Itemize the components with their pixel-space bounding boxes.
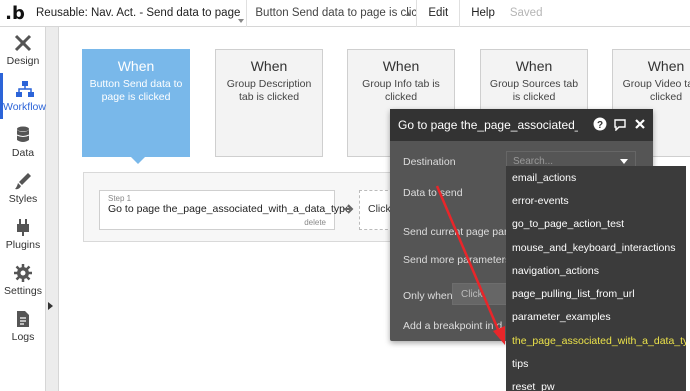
event-when: When [117,58,155,74]
send-more-params-label: Send more parameters [403,254,511,266]
collapse-sidebar-icon[interactable] [48,302,53,310]
sidebar-item-logs[interactable]: Logs [0,303,46,349]
sidebar-item-plugins[interactable]: Plugins [0,211,46,257]
help-icon[interactable]: ? [593,117,607,131]
event-description: Group Sources tab is clicked [489,78,579,103]
step-text: Go to page the_page_associated_with_a_da… [108,203,351,215]
dropdown-option[interactable]: error-events [506,189,686,212]
event-when: When [515,58,553,74]
arrow-right-icon [343,204,354,214]
event-when: When [250,58,288,74]
top-bar: .b Reusable: Nav. Act. - Send data to pa… [0,0,690,27]
step-card[interactable]: Step 1 Go to page the_page_associated_wi… [99,190,351,230]
sidebar-item-label: Plugins [5,239,41,251]
data-icon [16,126,30,142]
add-breakpoint-label[interactable]: Add a breakpoint in d [403,320,502,332]
styles-icon [15,173,31,190]
sidebar-item-label: Data [11,147,35,159]
step-label: Step 1 [108,194,132,203]
event-when: When [382,58,420,74]
only-when-field[interactable]: Click [452,283,512,305]
dropdown-option[interactable]: page_pulling_list_from_url [506,282,686,305]
send-current-params-label: Send current page para [403,226,514,238]
selected-event-pointer [131,157,145,164]
bubble-logo[interactable]: .b [0,0,30,27]
sidebar-item-label: Workflow [3,101,46,113]
sidebar-item-settings[interactable]: Settings [0,257,46,303]
workflow-selector[interactable]: Button Send data to page is click... ▴ [247,0,418,27]
sidebar-item-label: Design [6,55,40,67]
destination-dropdown: email_actions error-events go_to_page_ac… [506,166,686,391]
event-when: When [647,58,685,74]
comment-icon[interactable] [613,117,627,131]
sidebar-item-workflow[interactable]: Workflow [0,73,46,119]
plugins-icon [17,219,29,236]
dropdown-option[interactable]: reset_pw [506,376,686,391]
destination-label: Destination [403,156,456,168]
page-name: Reusable: Nav. Act. - Send data to page [36,7,241,19]
left-sidebar: Design Workflow Data Styles Plugins Sett… [0,27,46,391]
dropdown-option[interactable]: parameter_examples [506,306,686,329]
sidebar-item-label: Settings [4,285,42,297]
dropdown-option[interactable]: mouse_and_keyboard_interactions [506,236,686,259]
sidebar-item-label: Logs [11,331,35,343]
logs-icon [17,311,29,327]
dropdown-option[interactable]: tips [506,352,686,375]
only-when-label: Only when [403,290,453,302]
event-description: Button Send data to page is clicked [89,78,183,103]
dropdown-option[interactable]: go_to_page_action_test [506,213,686,236]
sidebar-item-label: Styles [8,193,38,205]
sidebar-item-styles[interactable]: Styles [0,165,46,211]
panel-header[interactable]: Go to page the_page_associated_ ? [390,109,653,141]
workflow-icon [15,81,34,97]
page-selector[interactable]: Reusable: Nav. Act. - Send data to page [30,0,248,27]
chevron-up-down-icon: ▴ [405,7,411,18]
dropdown-option[interactable]: navigation_actions [506,259,686,282]
settings-icon [14,264,32,282]
event-card[interactable]: When Button Send data to page is clicked [82,49,190,157]
caret-down-icon [238,18,245,23]
dropdown-scrollbar[interactable] [686,166,690,391]
workflow-name: Button Send data to page is click... [255,7,418,19]
actions-strip: Step 1 Go to page the_page_associated_wi… [83,172,419,242]
event-description: Group Description tab is clicked [226,78,312,103]
event-description: Group Video tab is clicked [622,78,690,103]
svg-text:?: ? [597,120,603,131]
dropdown-arrow-icon [620,159,628,164]
edit-menu[interactable]: Edit [417,0,459,27]
dropdown-option-highlighted[interactable]: the_page_associated_with_a_data_type [506,329,686,352]
sidebar-item-design[interactable]: Design [0,27,46,73]
help-menu[interactable]: Help [460,0,506,27]
event-card[interactable]: When Group Description tab is clicked [215,49,323,157]
saved-status: Saved [509,7,543,19]
search-placeholder: Search... [513,155,554,167]
delete-step-link[interactable]: delete [304,218,326,227]
close-icon[interactable] [633,117,647,131]
design-icon [14,34,32,52]
data-to-send-label: Data to send [403,187,463,199]
sidebar-item-data[interactable]: Data [0,119,46,165]
panel-title: Go to page the_page_associated_ [398,118,578,132]
dropdown-option[interactable]: email_actions [506,166,686,189]
event-description: Group Info tab is clicked [362,78,440,103]
